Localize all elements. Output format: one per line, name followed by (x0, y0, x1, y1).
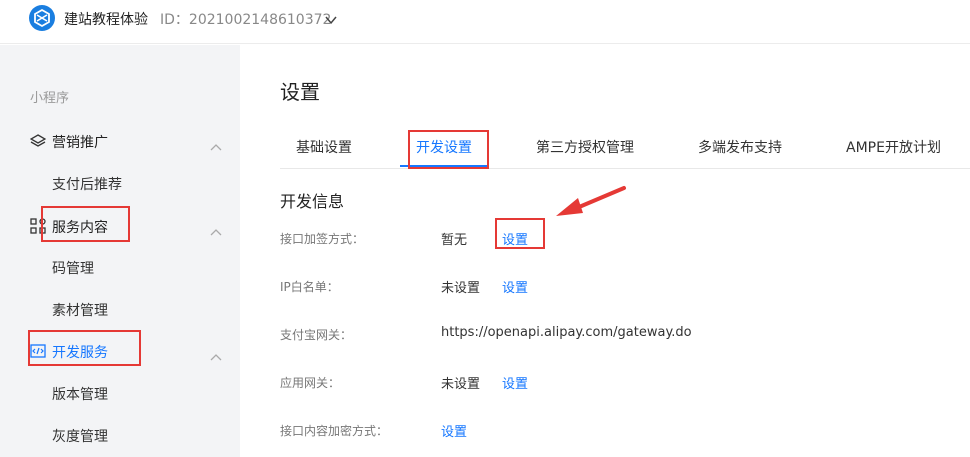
code-icon (30, 343, 46, 359)
hexagon-logo-icon (29, 5, 55, 31)
tab-ampe-open-plan[interactable]: AMPE开放计划 (846, 137, 941, 157)
tab-bar: 基础设置 开发设置 第三方授权管理 多端发布支持 AMPE开放计划 (280, 133, 970, 169)
page-title: 设置 (280, 80, 320, 104)
row-label-app-gateway: 应用网关： (280, 376, 341, 390)
chevron-down-icon[interactable] (324, 11, 338, 25)
row-value-alipay-gateway: https://openapi.alipay.com/gateway.do (441, 325, 692, 340)
row-label-sign-method: 接口加签方式： (280, 232, 365, 246)
sidebar-item-post-payment-recommend[interactable]: 支付后推荐 (52, 174, 122, 194)
sidebar-group-marketing[interactable]: 营销推广 (0, 120, 240, 162)
tab-basic-settings[interactable]: 基础设置 (296, 137, 352, 157)
sidebar-group-dev-services[interactable]: 开发服务 (0, 330, 240, 372)
row-label-alipay-gateway: 支付宝网关： (280, 328, 353, 342)
main-content: 设置 基础设置 开发设置 第三方授权管理 多端发布支持 AMPE开放计划 开发信… (240, 45, 970, 457)
grid-icon (30, 218, 46, 234)
section-title: 开发信息 (280, 192, 345, 211)
chevron-up-icon (210, 221, 222, 236)
app-name: 建站教程体验 (64, 12, 148, 28)
sidebar-item-gray-management[interactable]: 灰度管理 (52, 426, 108, 446)
sidebar-section-title: 小程序 (30, 91, 70, 106)
row-value-sign-method: 暂无 (441, 233, 468, 248)
layers-icon (29, 133, 47, 149)
tab-third-party-auth[interactable]: 第三方授权管理 (536, 137, 634, 157)
row-label-ip-whitelist: IP白名单： (280, 280, 339, 294)
tab-dev-settings[interactable]: 开发设置 (416, 137, 472, 157)
chevron-up-icon (210, 136, 222, 151)
row-value-app-gateway: 未设置 (441, 377, 481, 392)
set-ip-whitelist-link[interactable]: 设置 (502, 277, 528, 296)
active-tab-indicator (400, 165, 488, 167)
tab-multi-platform-publish[interactable]: 多端发布支持 (698, 137, 782, 157)
sidebar: 小程序 营销推广 支付后推荐 服务内容 码管理 素材管理 开发服务 版本管理 灰… (0, 45, 240, 457)
row-value-ip-whitelist: 未设置 (441, 281, 481, 296)
set-sign-method-link[interactable]: 设置 (502, 229, 528, 248)
sidebar-group-label: 服务内容 (52, 220, 108, 236)
sidebar-group-label: 开发服务 (52, 345, 108, 361)
sidebar-group-label: 营销推广 (52, 135, 108, 151)
row-label-content-encryption: 接口内容加密方式： (280, 424, 389, 438)
set-content-encryption-link[interactable]: 设置 (441, 421, 467, 440)
sidebar-item-material-management[interactable]: 素材管理 (52, 300, 108, 320)
chevron-up-icon (210, 346, 222, 361)
top-bar: 建站教程体验 ID：2021002148610372 (0, 0, 970, 44)
sidebar-item-version-management[interactable]: 版本管理 (52, 384, 108, 404)
set-app-gateway-link[interactable]: 设置 (502, 373, 528, 392)
sidebar-group-service-content[interactable]: 服务内容 (0, 205, 240, 247)
app-id: ID：2021002148610372 (160, 12, 332, 28)
annotation-arrow-icon (556, 186, 626, 216)
sidebar-item-code-management[interactable]: 码管理 (52, 258, 94, 278)
